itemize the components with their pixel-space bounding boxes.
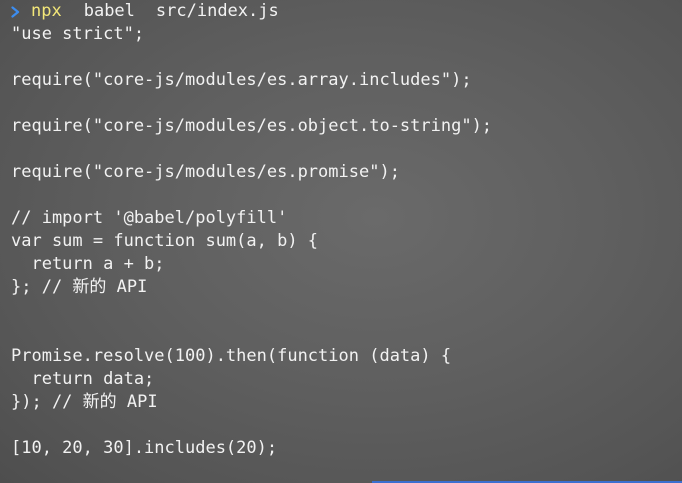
command-arg-2: src/index.js [155,1,279,21]
command-arg-1: babel [83,1,135,21]
output-line: }; // 新的 API [11,277,148,297]
output-line: "use strict"; [11,24,145,44]
output-line: Promise.resolve(100).then(function (data… [11,346,452,366]
output-line: }); // 新的 API [11,392,158,412]
command-name: npx [31,1,62,21]
output-line: require("core-js/modules/es.array.includ… [11,70,472,90]
output-line: [10, 20, 30].includes(20); [11,438,278,458]
chevron-right-icon [11,0,25,23]
command-prompt-line: npx babel src/index.js [11,0,682,23]
output-line: return data; [11,369,155,389]
output-line: var sum = function sum(a, b) { [11,231,319,251]
output-line: require("core-js/modules/es.promise"); [11,162,400,182]
terminal-window[interactable]: npx babel src/index.js "use strict"; req… [11,0,682,483]
output-line: require("core-js/modules/es.object.to-st… [11,116,493,136]
output-line: return a + b; [11,254,165,274]
output-line: // import '@babel/polyfill' [11,208,288,228]
